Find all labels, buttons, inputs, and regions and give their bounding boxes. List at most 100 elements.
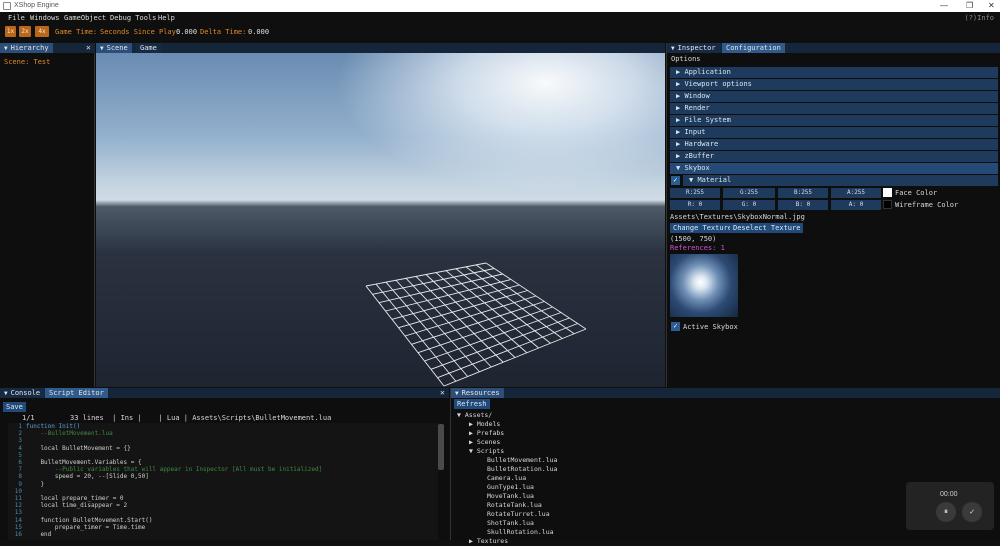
tab-scene-label: Scene [106,44,128,52]
tree-file[interactable]: ShotTank.lua [487,519,534,528]
tab-game[interactable]: Game [136,43,161,53]
speed-1x-button[interactable]: 1x [5,26,16,37]
tab-console[interactable]: ▼ Console [0,388,45,398]
section-viewport-options[interactable]: ▶ Viewport options [670,79,998,90]
refresh-button[interactable]: Refresh [454,399,490,409]
section-material[interactable]: ▼ Material [683,175,998,186]
section-label: Material [697,176,732,184]
editor-status: 33 lines | Ins | | Lua | Assets\Scripts\… [70,414,332,422]
section-label: zBuffer [684,152,714,160]
tree-file[interactable]: RotateTank.lua [487,501,542,510]
tree-label: Assets/ [464,411,493,419]
resources-header: ▼ Resources [451,388,1000,398]
menu-debug-tools[interactable]: Debug Tools [110,14,156,22]
tree-label: Prefabs [476,429,505,437]
wire-color-b[interactable]: B: 0 [778,200,828,210]
tab-configuration[interactable]: Configuration [722,43,785,53]
tab-inspector[interactable]: ▼ Inspector [667,43,720,53]
tree-file[interactable]: SkullRotation.lua [487,528,554,537]
tree-file[interactable]: Camera.lua [487,474,526,483]
face-color-a[interactable]: A:255 [831,188,881,198]
tree-folder-scripts[interactable]: ▼ Scripts [469,447,504,456]
media-time: 00:00 [940,491,958,498]
tree-file[interactable]: MoveTank.lua [487,492,534,501]
tree-file[interactable]: BulletRotation.lua [487,465,557,474]
window-title: XShop Engine [14,2,59,9]
console-header: ▼ Console Script Editor ✕ [0,388,449,398]
section-skybox[interactable]: ▼ Skybox [670,163,998,174]
close-window-button[interactable]: ✕ [988,1,995,10]
tree-folder-scenes[interactable]: ▶ Scenes [469,438,500,447]
minimize-button[interactable]: — [940,1,948,10]
confirm-button[interactable]: ✓ [962,502,982,522]
save-button[interactable]: Save [3,402,26,412]
section-zbuffer[interactable]: ▶ zBuffer [670,151,998,162]
tab-scene[interactable]: ▼ Scene [96,43,132,53]
scene-header: ▼ Scene Game [96,43,665,53]
tree-root-assets[interactable]: ▼ Assets/ [457,411,492,420]
face-color-label: Face Color [895,189,938,197]
section-label: Skybox [684,164,710,172]
section-render[interactable]: ▶ Render [670,103,998,114]
caret-down-icon: ▼ [4,390,8,397]
section-input[interactable]: ▶ Input [670,127,998,138]
speed-4x-button[interactable]: 4x [35,26,49,37]
caret-down-icon: ▼ [455,390,459,397]
tree-file[interactable]: GunType1.lua [487,483,534,492]
editor-scrollbar[interactable] [438,424,444,470]
line-number: 16 [14,531,22,538]
section-window[interactable]: ▶ Window [670,91,998,102]
code-area[interactable]: 1 function Init() 2 --BulletMovement.lua 3 4… [8,423,438,540]
tree-folder-textures[interactable]: ▶ Textures [469,537,508,546]
active-skybox-checkbox[interactable]: ✓ [671,322,680,331]
tab-hierarchy[interactable]: ▼ Hierarchy [0,43,53,53]
face-color-g[interactable]: G:255 [723,188,775,198]
menu-file[interactable]: File [8,14,25,22]
face-color-b[interactable]: B:255 [778,188,828,198]
ground-grid [365,262,587,387]
pause-button[interactable]: ⏸ [936,502,956,522]
tree-label: Models [476,420,501,428]
maximize-button[interactable]: ❐ [966,1,973,10]
inspector-panel: ▼ Inspector Configuration Options ▶ Appli… [666,43,1000,387]
section-application[interactable]: ▶ Application [670,67,998,78]
change-texture-button[interactable]: Change Texture [670,223,736,233]
grid-line [443,328,587,387]
line-text: end [26,531,52,538]
caret-right-icon: ▶ [469,420,477,428]
menu-help[interactable]: Help [158,14,175,22]
tab-script-editor[interactable]: Script Editor [45,388,108,398]
line-text: --BulletMovement.lua [26,430,113,438]
wire-color-label: Wireframe Color [895,201,959,209]
caret-down-icon: ▼ [671,45,675,52]
menu-windows[interactable]: Windows [30,14,60,22]
close-icon[interactable]: ✕ [440,388,445,398]
tab-resources[interactable]: ▼ Resources [451,388,504,398]
skybox-texture-preview [670,254,738,317]
face-color-swatch[interactable] [883,188,892,197]
scene-viewport[interactable] [96,53,665,387]
speed-2x-button[interactable]: 2x [19,26,31,37]
menu-gameobject[interactable]: GameObject [64,14,106,22]
texture-size: (1500, 750) [670,235,717,243]
section-label: Viewport options [684,80,752,88]
close-icon[interactable]: ✕ [86,43,91,53]
material-checkbox[interactable]: ✓ [671,176,680,185]
delta-time-value: 0.000 [248,28,270,36]
wire-color-a[interactable]: A: 0 [831,200,881,210]
wire-color-swatch[interactable] [883,200,892,209]
tree-folder-models[interactable]: ▶ Models [469,420,500,429]
tree-folder-prefabs[interactable]: ▶ Prefabs [469,429,504,438]
section-file-system[interactable]: ▶ File System [670,115,998,126]
wire-color-r[interactable]: R: 0 [670,200,720,210]
face-color-r[interactable]: R:255 [670,188,720,198]
section-hardware[interactable]: ▶ Hardware [670,139,998,150]
help-info[interactable]: (?)Info [964,14,994,22]
deselect-texture-button[interactable]: Deselect Texture [730,223,804,233]
tree-file[interactable]: BulletMovement.lua [487,456,557,465]
media-controls-overlay: 00:00 ⏸ ✓ [906,482,994,530]
tree-file[interactable]: RotateTurret.lua [487,510,550,519]
tree-label: Scenes [476,438,501,446]
wire-color-g[interactable]: G: 0 [723,200,775,210]
hierarchy-header: ▼ Hierarchy ✕ [0,43,95,53]
